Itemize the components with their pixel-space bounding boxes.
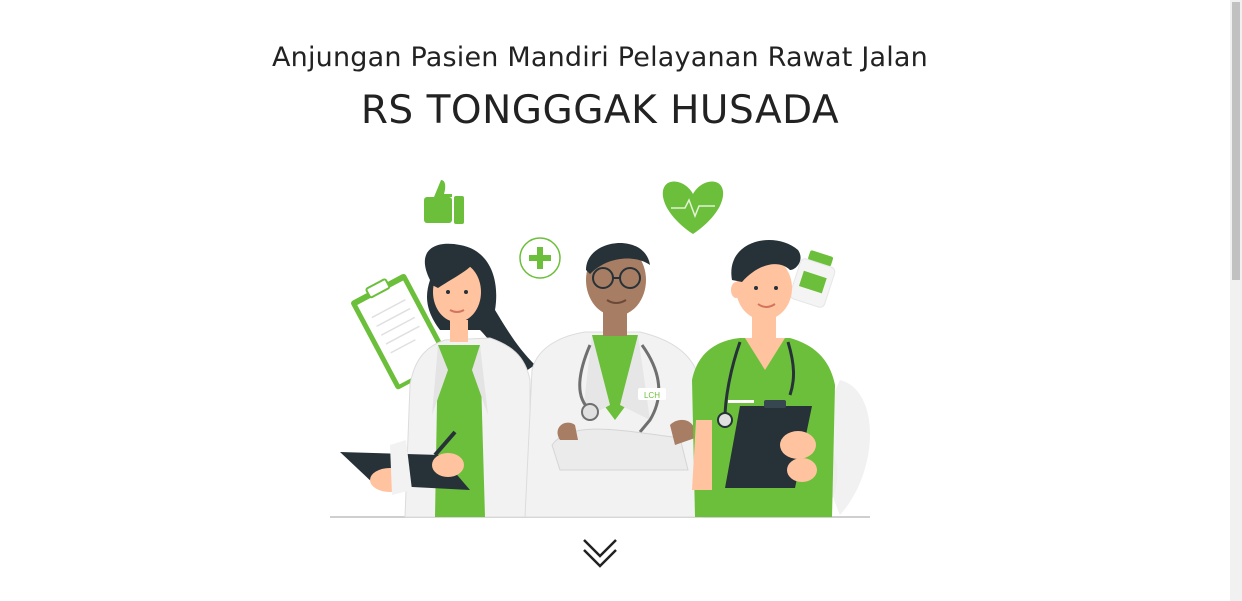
thumbs-up-icon bbox=[424, 180, 464, 224]
vertical-scrollbar[interactable] bbox=[1230, 0, 1242, 601]
heart-pulse-icon bbox=[662, 181, 724, 234]
scroll-down-button[interactable] bbox=[580, 534, 620, 574]
page: Anjungan Pasien Mandiri Pelayanan Rawat … bbox=[0, 0, 1242, 601]
page-title: RS TONGGGAK HUSADA bbox=[360, 88, 840, 133]
scrollbar-thumb[interactable] bbox=[1232, 2, 1240, 280]
chevrons-down-icon bbox=[583, 539, 617, 568]
main-content: Anjungan Pasien Mandiri Pelayanan Rawat … bbox=[0, 0, 1230, 601]
male-doctor: LCH bbox=[524, 242, 703, 518]
medical-staff-illustration: LCH bbox=[330, 180, 870, 518]
doctor-badge: LCH bbox=[644, 391, 660, 400]
plus-circle-icon bbox=[519, 237, 561, 279]
page-subtitle: Anjungan Pasien Mandiri Pelayanan Rawat … bbox=[272, 42, 928, 73]
female-doctor bbox=[340, 243, 535, 518]
